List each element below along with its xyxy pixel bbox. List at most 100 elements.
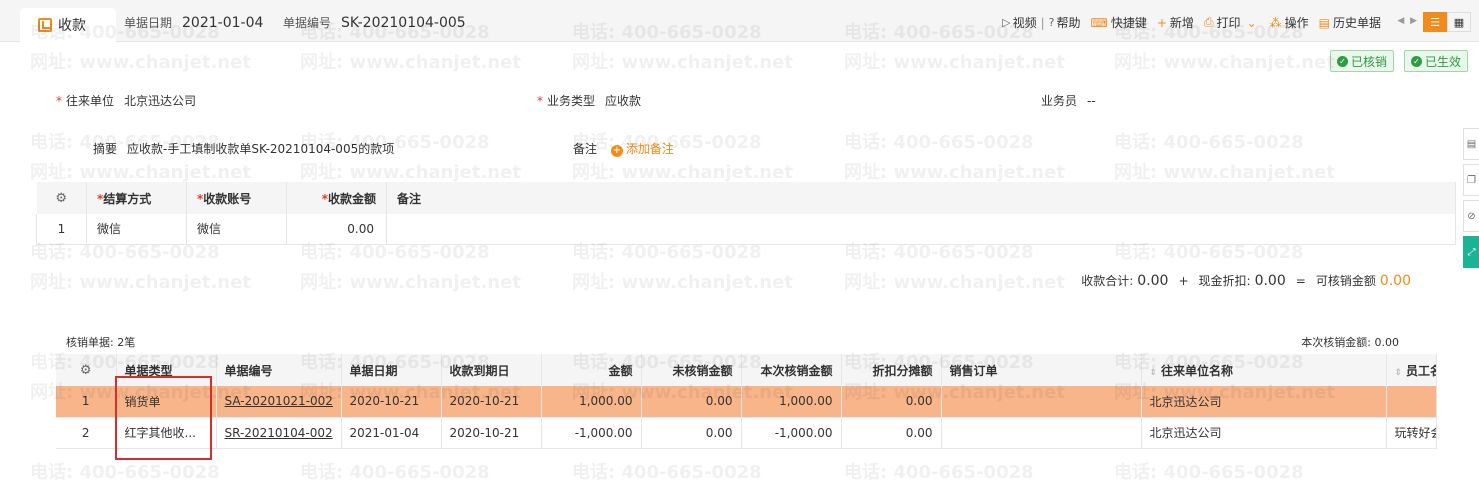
required-mark: * <box>56 94 62 108</box>
discount-label: 现金折扣: <box>1198 274 1251 288</box>
cell-doc-date: 2020-10-21 <box>341 386 442 418</box>
watermark-site: 网址: www.chanjet.net <box>1114 162 1335 183</box>
cell-account[interactable]: 微信 <box>186 214 287 245</box>
cell-due-date: 2020-10-21 <box>441 417 542 449</box>
doc-date-label: 单据日期 <box>124 16 173 30</box>
doc-number-link[interactable]: SR-20210104-002 <box>216 417 342 449</box>
cell-amount[interactable]: 0.00 <box>286 214 387 245</box>
next-arrow-icon[interactable]: ▶ <box>1410 16 1417 26</box>
table-row[interactable]: 1 销货单 SA-20201021-002 2020-10-21 2020-10… <box>56 386 1437 418</box>
doc-number-label: 单据编号 <box>283 16 332 30</box>
copy-icon[interactable]: ❐ <box>1463 164 1479 196</box>
shortcut-button[interactable]: ⌨ 快捷键 <box>1091 14 1147 31</box>
summary-value[interactable]: 应收款-手工填制收款单SK-20210104-005的款项 <box>127 142 394 156</box>
col-note: 备注 <box>386 182 1456 214</box>
col-unwritten: 未核销金额 <box>641 354 742 386</box>
col-partner[interactable]: ⇕ 往来单位名称 <box>1141 354 1387 386</box>
new-button[interactable]: + 新增 <box>1157 14 1194 31</box>
expand-icon[interactable]: ⤢ <box>1463 236 1479 268</box>
cell-employee <box>1386 386 1437 418</box>
row-index: 1 <box>36 214 87 245</box>
table-row[interactable]: 1 微信 微信 0.00 <box>36 214 1456 245</box>
partner-field: * 往来单位 北京迅达公司 <box>56 94 197 108</box>
doc-date-value: 2021-01-04 <box>182 15 264 31</box>
status-badge-writtenoff: ✓ 已核销 <box>1330 50 1395 72</box>
history-button[interactable]: ▤ 历史单据 <box>1319 14 1381 31</box>
col-sales-order: 销售订单 <box>941 354 1142 386</box>
watermark-site: 网址: www.chanjet.net <box>300 52 521 73</box>
col-employee[interactable]: ⇕员工名 <box>1386 354 1437 386</box>
side-rail: ▤ ❐ ⊘ ⤢ <box>1463 128 1479 272</box>
plus-icon: + <box>1156 15 1167 30</box>
discount-value: 0.00 <box>1254 273 1286 289</box>
cell-current[interactable]: 1,000.00 <box>741 386 842 418</box>
grid-icon: ⁂ <box>1269 15 1282 30</box>
tab-receipt[interactable]: 收款 <box>20 8 116 42</box>
writeoff-table: ⚙ 单据类型 单据编号 单据日期 收款到期日 金额 未核销金额 本次核销金额 折… <box>56 354 1437 449</box>
card-view-icon[interactable]: ▦ <box>1447 12 1471 32</box>
status-badge-effective: ✓ 已生效 <box>1404 50 1469 72</box>
prev-arrow-icon[interactable]: ◀ <box>1397 16 1404 26</box>
watermark-site: 网址: www.chanjet.net <box>844 272 1065 293</box>
watermark-site: 网址: www.chanjet.net <box>572 52 793 73</box>
column-settings-button[interactable]: ⚙ <box>56 354 117 386</box>
partner-value[interactable]: 北京迅达公司 <box>124 94 196 108</box>
help-button[interactable]: ? 帮助 <box>1049 14 1081 31</box>
play-icon: ▷ <box>1002 16 1011 29</box>
watermark-site: 网址: www.chanjet.net <box>300 162 521 183</box>
column-settings-button[interactable]: ⚙ <box>36 182 87 214</box>
check-icon: ✓ <box>1411 55 1422 67</box>
settlement-header-row: ⚙ *结算方式 *收款账号 *收款金额 备注 <box>36 182 1456 214</box>
writeoff-count: 核销单据: 2笔 <box>66 336 136 349</box>
watermark-site: 网址: www.chanjet.net <box>300 272 521 293</box>
gear-icon: ⚙ <box>79 362 92 378</box>
cell-discount[interactable]: 0.00 <box>841 386 942 418</box>
doc-number-link[interactable]: SA-20201021-002 <box>216 386 342 418</box>
cell-amount: -1,000.00 <box>541 417 642 449</box>
print-dropdown[interactable]: ⌄ <box>1247 16 1260 30</box>
cell-amount: 1,000.00 <box>541 386 642 418</box>
row-index: 2 <box>56 417 117 449</box>
cell-discount[interactable]: 0.00 <box>841 417 942 449</box>
col-discount: 折扣分摊额 <box>841 354 942 386</box>
plus-circle-icon: + <box>610 145 623 157</box>
received-value: 0.00 <box>1137 273 1169 289</box>
cell-employee: 玩转好会 <box>1386 417 1437 449</box>
watermark-phone: 电话: 400-665-0028 <box>1114 462 1304 483</box>
link-icon[interactable]: ⊘ <box>1463 200 1479 232</box>
document-icon[interactable]: ▤ <box>1463 128 1479 160</box>
video-button[interactable]: ▷ 视频 <box>1002 14 1036 31</box>
doc-number-value: SK-20210104-005 <box>341 15 466 31</box>
watermark-site: 网址: www.chanjet.net <box>30 272 251 293</box>
view-switch: ☰ ▦ <box>1423 12 1471 32</box>
received-label: 收款合计: <box>1081 274 1134 288</box>
salesman-value[interactable]: -- <box>1087 94 1096 108</box>
doc-number: 单据编号 SK-20210104-005 <box>283 14 466 31</box>
printer-icon: ⎙ <box>1203 15 1214 29</box>
col-settle-method: *结算方式 <box>86 182 187 214</box>
biz-type-value[interactable]: 应收款 <box>605 94 641 108</box>
equals-sign: = <box>1295 274 1306 288</box>
col-account: *收款账号 <box>186 182 287 214</box>
list-view-icon[interactable]: ☰ <box>1423 12 1447 32</box>
row-index: 1 <box>56 386 117 418</box>
watermark-site: 网址: www.chanjet.net <box>844 162 1065 183</box>
cell-note[interactable] <box>386 214 1456 245</box>
cell-method[interactable]: 微信 <box>86 214 187 245</box>
watermark-phone: 电话: 400-665-0028 <box>844 462 1034 483</box>
watermark-site: 网址: www.chanjet.net <box>572 162 793 183</box>
gear-icon: ⚙ <box>55 190 68 206</box>
col-current: 本次核销金额 <box>741 354 842 386</box>
col-due-date: 收款到期日 <box>441 354 542 386</box>
col-amount: *收款金额 <box>286 182 387 214</box>
cell-current[interactable]: -1,000.00 <box>741 417 842 449</box>
cell-due-date: 2020-10-21 <box>441 386 542 418</box>
table-row[interactable]: 2 红字其他收... SR-20210104-002 2021-01-04 20… <box>56 417 1437 449</box>
operate-button[interactable]: ⁂ 操作 <box>1270 14 1309 31</box>
watermark-phone: 电话: 400-665-0028 <box>300 462 490 483</box>
watermark-phone: 电话: 400-665-0028 <box>1114 132 1304 153</box>
print-button[interactable]: ⎙ 打印 <box>1204 14 1241 31</box>
watermark-site: 网址: www.chanjet.net <box>30 162 251 183</box>
add-note-button[interactable]: + 添加备注 <box>610 142 674 157</box>
col-doc-type: 单据类型 <box>116 354 217 386</box>
